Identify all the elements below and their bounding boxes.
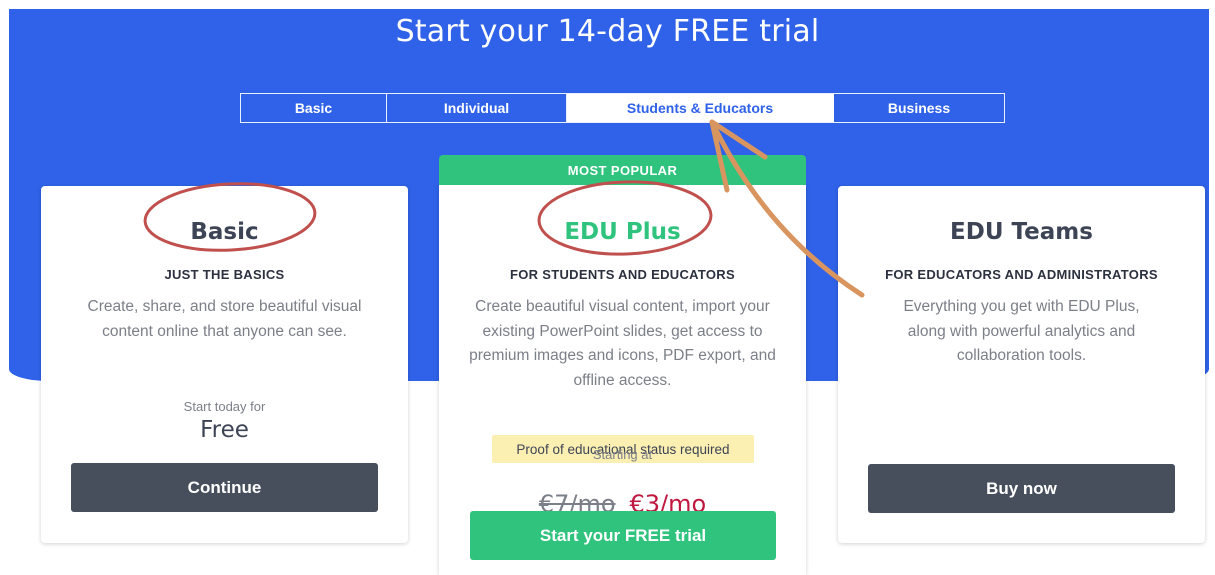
plan-subtitle: FOR EDUCATORS AND ADMINISTRATORS xyxy=(885,267,1158,282)
most-popular-banner: MOST POPULAR xyxy=(439,155,806,185)
price-label: Starting at xyxy=(592,447,653,462)
plan-title: EDU Plus xyxy=(564,219,681,245)
plan-description: Create beautiful visual content, import … xyxy=(469,298,776,389)
tab-students-educators[interactable]: Students & Educators xyxy=(567,94,834,122)
plan-title: EDU Teams xyxy=(950,219,1093,245)
plan-card-edu-plus: EDU Plus FOR STUDENTS AND EDUCATORS Crea… xyxy=(439,185,806,575)
plan-title: Basic xyxy=(190,219,259,245)
tab-individual[interactable]: Individual xyxy=(387,94,567,122)
plan-card-basic: Basic JUST THE BASICS Create, share, and… xyxy=(41,186,408,543)
page-title: Start your 14-day FREE trial xyxy=(395,14,820,49)
plan-card-edu-teams: EDU Teams FOR EDUCATORS AND ADMINISTRATO… xyxy=(838,186,1205,543)
tab-basic[interactable]: Basic xyxy=(241,94,387,122)
price-value: Free xyxy=(200,417,249,443)
plan-tabs: Basic Individual Students & Educators Bu… xyxy=(240,93,1005,123)
price-label: Start today for xyxy=(183,399,266,414)
plan-description: Everything you get with EDU Plus, along … xyxy=(903,298,1140,364)
plan-subtitle: FOR STUDENTS AND EDUCATORS xyxy=(510,267,735,282)
plan-subtitle: JUST THE BASICS xyxy=(164,267,285,282)
tab-business[interactable]: Business xyxy=(834,94,1004,122)
plan-description: Create, share, and store beautiful visua… xyxy=(87,298,362,340)
buy-now-button[interactable]: Buy now xyxy=(868,464,1175,513)
start-free-trial-button[interactable]: Start your FREE trial xyxy=(470,511,776,560)
continue-button[interactable]: Continue xyxy=(71,463,378,512)
